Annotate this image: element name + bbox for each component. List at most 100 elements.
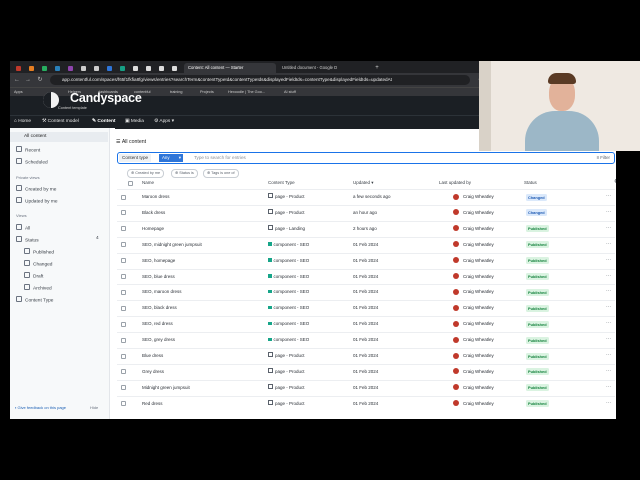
nav-content-model[interactable]: ⚒ Content model <box>42 116 79 128</box>
filter-pill[interactable]: ⊕ Status is <box>171 169 198 178</box>
more-actions-icon[interactable]: ··· <box>606 270 611 283</box>
entry-name[interactable]: Grey dress <box>142 365 164 379</box>
row-checkbox[interactable] <box>121 274 126 279</box>
table-row[interactable]: SEO, black dress component - SEO 01 Feb 20… <box>117 300 615 316</box>
bookmark[interactable]: Apps <box>14 89 23 96</box>
sidebar-item-changed[interactable]: Changed <box>24 260 52 268</box>
new-tab-button[interactable]: + <box>372 63 382 73</box>
sidebar-item-all[interactable]: All <box>16 224 30 232</box>
nav-media[interactable]: ▣ Media <box>125 116 144 128</box>
entry-name[interactable]: Blue dress <box>142 349 163 363</box>
sidebar-item-scheduled[interactable]: Scheduled <box>16 158 48 166</box>
row-checkbox[interactable] <box>121 226 126 232</box>
sidebar-item-archived[interactable]: Archived <box>24 284 52 292</box>
more-actions-icon[interactable]: ··· <box>606 349 611 362</box>
entry-name[interactable]: Homepage <box>142 222 164 236</box>
entry-name[interactable]: SEO, red dress <box>142 317 173 331</box>
more-actions-icon[interactable]: ··· <box>606 333 611 346</box>
table-row[interactable]: Black dress page - Product an hour ago Crai… <box>117 204 615 221</box>
search-input[interactable]: Type to search for entries <box>194 154 246 162</box>
pinned-tab[interactable] <box>13 63 24 73</box>
pinned-tab[interactable] <box>104 63 115 73</box>
pinned-tab[interactable] <box>26 63 37 73</box>
filter-button[interactable]: ≡ Filter <box>596 154 610 162</box>
bookmark[interactable]: training <box>170 89 182 96</box>
table-row[interactable]: Midnight green jumpsuit page - Product 01 … <box>117 379 615 396</box>
more-actions-icon[interactable]: ··· <box>606 222 611 235</box>
column-header-last-updated-by[interactable]: Last updated by <box>439 177 471 188</box>
row-checkbox[interactable] <box>121 242 126 248</box>
url-field[interactable]: app.contentful.com/spaces/f65f1fkfia8fg/… <box>50 75 470 85</box>
row-checkbox[interactable] <box>121 385 126 391</box>
entry-name[interactable]: SEO, grey dress <box>142 333 175 347</box>
table-row[interactable]: Blue dress page - Product 01 Feb 2024 Craig… <box>117 348 615 364</box>
row-checkbox[interactable] <box>121 194 126 200</box>
pinned-tab[interactable] <box>169 63 180 73</box>
more-actions-icon[interactable]: ··· <box>606 397 611 410</box>
pinned-tab[interactable] <box>130 63 141 73</box>
row-checkbox[interactable] <box>121 353 126 359</box>
back-icon[interactable]: ← <box>13 76 21 84</box>
row-checkbox[interactable] <box>121 210 126 216</box>
table-row[interactable]: Grey dress page - Product 01 Feb 2024 Craig… <box>117 363 615 380</box>
entry-name[interactable]: SEO, midnight green jumpsuit <box>142 238 202 252</box>
column-header-content-type[interactable]: Content Type <box>268 177 295 188</box>
table-row[interactable]: SEO, maroon dress component - SEO 01 Feb 2… <box>117 284 615 300</box>
tab-google-doc[interactable]: Untitled document - Google D <box>278 63 370 73</box>
select-all-checkbox[interactable] <box>128 180 133 186</box>
entry-name[interactable]: SEO, maroon dress <box>142 285 182 299</box>
column-header-updated[interactable]: Updated ▾ <box>353 177 374 188</box>
table-row[interactable]: SEO, grey dress component - SEO 01 Feb 202… <box>117 332 615 348</box>
table-row[interactable]: SEO, homepage component - SEO 01 Feb 2024 C… <box>117 252 615 269</box>
more-actions-icon[interactable]: ··· <box>606 317 611 330</box>
pinned-tab[interactable] <box>65 63 76 73</box>
table-row[interactable]: Homepage page - Landing 2 hours ago Craig W… <box>117 220 615 237</box>
sidebar-item-status[interactable]: Status <box>16 236 39 244</box>
table-row[interactable]: SEO, blue dress component - SEO 01 Feb 202… <box>117 268 615 285</box>
entry-name[interactable]: Midnight green jumpsuit <box>142 381 190 395</box>
nav-home[interactable]: ⌂ Home <box>14 116 31 128</box>
feedback-link[interactable]: ▪ Give feedback on this page <box>15 405 66 410</box>
forward-icon[interactable]: → <box>24 76 32 84</box>
row-checkbox[interactable] <box>121 401 126 407</box>
entry-name[interactable]: Black dress <box>142 206 165 220</box>
bookmark[interactable]: Projects <box>200 89 214 96</box>
sidebar-item-published[interactable]: Published <box>24 248 54 256</box>
table-row[interactable]: Red dress page - Product 01 Feb 2024 Craig … <box>117 395 615 412</box>
column-header-name[interactable]: Name <box>142 177 154 188</box>
bookmark[interactable]: AI stuff <box>284 89 296 96</box>
entry-name[interactable]: Red dress <box>142 397 163 411</box>
more-actions-icon[interactable]: ··· <box>606 238 611 251</box>
sidebar-item-draft[interactable]: Draft <box>24 272 43 280</box>
pinned-tab[interactable] <box>156 63 167 73</box>
bookmark[interactable]: Hexoodle | The Goo... <box>228 89 265 96</box>
pinned-tab[interactable] <box>78 63 89 73</box>
row-checkbox[interactable] <box>121 289 126 295</box>
row-checkbox[interactable] <box>121 337 126 343</box>
sidebar-item-updated-by-me[interactable]: Updated by me <box>16 197 58 205</box>
row-checkbox[interactable] <box>121 305 126 311</box>
filter-pill[interactable]: ⊕ Tags is one of <box>203 169 239 178</box>
sidebar-item-content-type[interactable]: Content Type <box>16 296 53 304</box>
row-checkbox[interactable] <box>121 258 126 264</box>
hide-sidebar-button[interactable]: Hide <box>90 405 98 410</box>
table-row[interactable]: SEO, midnight green jumpsuit component - … <box>117 236 615 253</box>
row-checkbox[interactable] <box>121 321 126 327</box>
more-actions-icon[interactable]: ··· <box>606 285 611 298</box>
entry-name[interactable]: SEO, homepage <box>142 254 175 268</box>
entry-name[interactable]: SEO, blue dress <box>142 270 175 284</box>
more-actions-icon[interactable]: ··· <box>606 381 611 394</box>
tab-contentful[interactable]: Content: All content — Starter <box>184 63 276 73</box>
pinned-tab[interactable] <box>91 63 102 73</box>
sidebar-item-recent[interactable]: Recent <box>16 146 40 154</box>
table-row[interactable]: Maroon dress page - Product a few seconds … <box>117 189 615 205</box>
pinned-tab[interactable] <box>143 63 154 73</box>
pinned-tab[interactable] <box>117 63 128 73</box>
sidebar-item-all-content[interactable]: All content <box>10 132 108 142</box>
entry-name[interactable]: Maroon dress <box>142 190 170 204</box>
column-header-status[interactable]: Status <box>524 177 537 188</box>
row-checkbox[interactable] <box>121 369 126 375</box>
more-actions-icon[interactable]: ··· <box>606 206 611 219</box>
entry-name[interactable]: SEO, black dress <box>142 301 177 315</box>
pinned-tab[interactable] <box>39 63 50 73</box>
